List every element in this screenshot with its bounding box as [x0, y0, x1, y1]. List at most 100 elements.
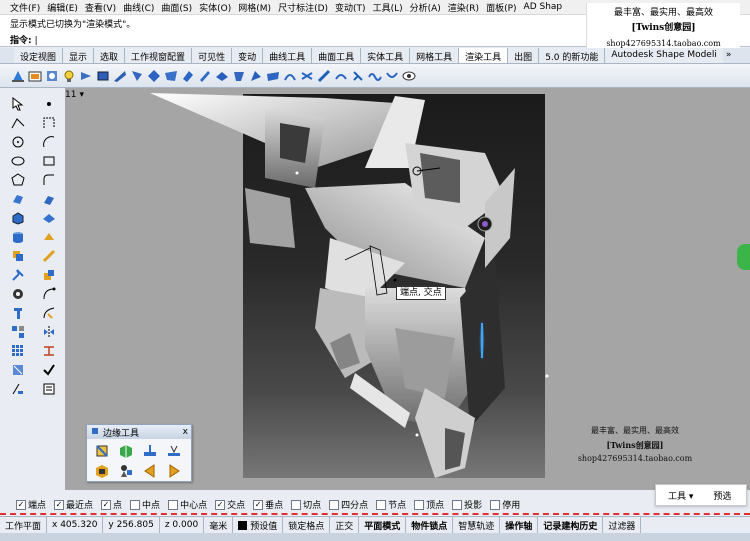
tab-set-view[interactable]: 设定视图 [14, 48, 63, 63]
curve-piping-icon[interactable] [282, 68, 297, 83]
rebuild-edges-icon[interactable] [93, 462, 111, 479]
render-preview-icon[interactable] [44, 68, 59, 83]
select-arrow-icon[interactable] [9, 96, 27, 112]
osnap-project[interactable]: 投影 [452, 498, 482, 511]
split-icon[interactable] [40, 305, 58, 321]
menu-tools[interactable]: 工具(L) [373, 1, 403, 14]
edge-softening-icon[interactable] [316, 68, 331, 83]
mirror-icon[interactable] [40, 324, 58, 340]
dimension-icon[interactable] [40, 343, 58, 359]
polyline-icon[interactable] [9, 115, 27, 131]
tab-transform[interactable]: 变动 [231, 48, 263, 63]
displacement-icon[interactable] [299, 68, 314, 83]
tab-surface-tools[interactable]: 曲面工具 [311, 48, 361, 63]
trim-icon[interactable] [9, 305, 27, 321]
menu-surface[interactable]: 曲面(S) [161, 1, 192, 14]
decal-icon[interactable] [231, 68, 246, 83]
osnap-end-checkbox[interactable]: ✓ [16, 499, 26, 510]
status-osnap[interactable]: 物件锁点 [406, 517, 454, 533]
osnap-disable-checkbox[interactable] [490, 499, 501, 510]
light-icon[interactable] [61, 68, 76, 83]
rectangular-light-icon[interactable] [95, 68, 110, 83]
status-layer[interactable]: 预设值 [233, 517, 284, 533]
osnap-mid[interactable]: 中点 [130, 498, 160, 511]
ellipse-icon[interactable] [9, 153, 27, 169]
tab-solid-tools[interactable]: 实体工具 [360, 48, 410, 63]
sun-icon[interactable] [248, 68, 263, 83]
osnap-near[interactable]: ✓ 最近点 [54, 498, 93, 511]
next-edge-icon[interactable] [165, 462, 183, 479]
fillet-curve-icon[interactable] [40, 172, 58, 188]
layer-icon[interactable] [9, 381, 27, 397]
previous-edge-icon[interactable] [141, 462, 159, 479]
split-edge-icon[interactable] [117, 442, 135, 459]
directional-light-icon[interactable] [129, 68, 144, 83]
osnap-perpendicular-checkbox[interactable]: ✓ [253, 499, 264, 510]
osnap-perpendicular[interactable]: ✓ 垂点 [253, 498, 283, 511]
spotlight-icon[interactable] [78, 68, 93, 83]
tab-autodesk-shape[interactable]: Autodesk Shape Modeli [604, 48, 723, 63]
tab-select[interactable]: 选取 [93, 48, 125, 63]
osnap-center-checkbox[interactable] [168, 499, 179, 510]
preview-button[interactable]: 预选 [713, 489, 731, 502]
osnap-tangent[interactable]: 切点 [291, 498, 321, 511]
menu-dimension[interactable]: 尺寸标注(D) [278, 1, 328, 14]
close-icon[interactable]: x [183, 427, 188, 437]
osnap-point-checkbox[interactable]: ✓ [101, 499, 112, 510]
arc-icon[interactable] [40, 134, 58, 150]
menu-view[interactable]: 查看(V) [85, 1, 116, 14]
menu-render[interactable]: 渲染(R) [448, 1, 479, 14]
tab-curve-tools[interactable]: 曲线工具 [262, 48, 312, 63]
box-solid-icon[interactable] [9, 210, 27, 226]
select-open-edges-icon[interactable] [117, 462, 135, 479]
osnap-tangent-checkbox[interactable] [291, 499, 302, 510]
curve-cv-icon[interactable] [40, 115, 58, 131]
tab-viewport-layout[interactable]: 工作视窗配置 [124, 48, 192, 63]
status-gumball[interactable]: 操作轴 [500, 517, 539, 533]
osnap-intersection[interactable]: ✓ 交点 [215, 498, 245, 511]
ground-plane-icon[interactable] [214, 68, 229, 83]
status-planar[interactable]: 平面模式 [359, 517, 407, 533]
tab-display[interactable]: 显示 [62, 48, 94, 63]
menu-panels[interactable]: 面板(P) [486, 1, 516, 14]
status-ortho[interactable]: 正交 [330, 517, 360, 533]
pipe-icon[interactable] [40, 248, 58, 264]
polygon-icon[interactable] [9, 172, 27, 188]
osnap-point[interactable]: ✓ 点 [101, 498, 122, 511]
environment-icon[interactable] [197, 68, 212, 83]
surface-icon[interactable] [9, 191, 27, 207]
tabs-overflow-button[interactable]: » [723, 48, 735, 63]
tab-mesh-tools[interactable]: 网格工具 [409, 48, 459, 63]
sphere-solid-icon[interactable] [40, 210, 58, 226]
join-icon[interactable] [9, 286, 27, 302]
material-icon[interactable] [163, 68, 178, 83]
mesh-icon[interactable] [40, 229, 58, 245]
menu-ad-shape[interactable]: AD Shap [524, 2, 563, 12]
toggle-render-mode-icon[interactable] [384, 68, 399, 83]
mapping-icon[interactable] [265, 68, 280, 83]
status-cplane[interactable]: 工作平面 [0, 517, 48, 533]
menu-solid[interactable]: 实体(O) [199, 1, 231, 14]
osnap-center[interactable]: 中心点 [168, 498, 207, 511]
menu-file[interactable]: 文件(F) [10, 1, 40, 14]
join-edges-icon[interactable] [165, 442, 183, 459]
point-light-icon[interactable] [146, 68, 161, 83]
osnap-disable[interactable]: 停用 [490, 498, 520, 511]
osnap-near-checkbox[interactable]: ✓ [54, 499, 65, 510]
tab-visibility[interactable]: 可见性 [191, 48, 232, 63]
tools-dropdown[interactable]: 工具 ▾ [668, 489, 693, 502]
copy-icon[interactable] [40, 267, 58, 283]
menu-curve[interactable]: 曲线(C) [123, 1, 154, 14]
move-icon[interactable] [9, 267, 27, 283]
properties-icon[interactable] [40, 381, 58, 397]
shutlining-icon[interactable] [333, 68, 348, 83]
linear-light-icon[interactable] [112, 68, 127, 83]
osnap-intersection-checkbox[interactable]: ✓ [215, 499, 226, 510]
osnap-end[interactable]: ✓ 端点 [16, 498, 46, 511]
osnap-quadrant[interactable]: 四分点 [329, 498, 368, 511]
cylinder-solid-icon[interactable] [9, 229, 27, 245]
menu-edit[interactable]: 编辑(E) [47, 1, 78, 14]
osnap-project-checkbox[interactable] [452, 499, 463, 510]
osnap-knot[interactable]: 节点 [376, 498, 406, 511]
analyze-icon[interactable] [9, 362, 27, 378]
